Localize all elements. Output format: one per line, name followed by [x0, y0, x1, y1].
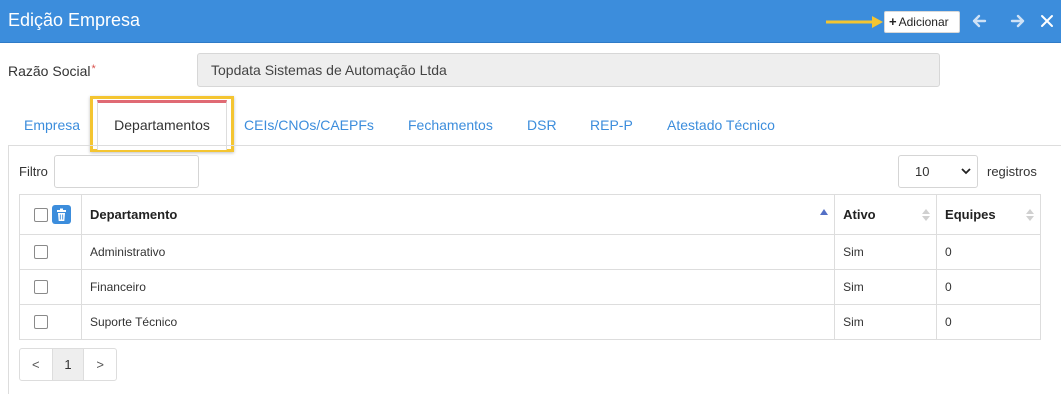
page-size-value: 10: [915, 164, 930, 179]
razao-social-field[interactable]: Topdata Sistemas de Automação Ltda: [197, 53, 940, 87]
close-icon[interactable]: [1038, 12, 1056, 30]
page-size-suffix: registros: [987, 164, 1037, 179]
tab-dsr[interactable]: DSR: [527, 117, 557, 133]
row-checkbox[interactable]: [34, 245, 48, 260]
cell-equipes: 0: [936, 304, 1041, 340]
column-label-ativo: Ativo: [843, 207, 876, 222]
chevron-down-icon: [961, 168, 971, 175]
cell-ativo: Sim: [834, 304, 938, 340]
filter-label: Filtro: [19, 164, 48, 179]
sort-both-icon: [922, 209, 931, 221]
row-checkbox[interactable]: [34, 315, 48, 330]
column-header-departamento[interactable]: Departamento: [80, 194, 836, 235]
tab-atestado-tecnico[interactable]: Atestado Técnico: [667, 117, 775, 133]
tab-rep-p[interactable]: REP-P: [590, 117, 633, 133]
cell-departamento: Suporte Técnico: [80, 304, 836, 340]
column-header-equipes[interactable]: Equipes: [936, 194, 1041, 235]
arrow-left-icon[interactable]: [970, 12, 988, 30]
cell-equipes: 0: [936, 234, 1041, 270]
table-row[interactable]: Administrativo Sim 0: [19, 234, 1041, 270]
razao-social-label: Razão Social*: [8, 63, 96, 79]
cell-departamento: Financeiro: [80, 269, 836, 305]
plus-icon: +: [889, 14, 897, 29]
title-bar: Edição Empresa + Adicionar: [0, 0, 1061, 43]
pagination: < 1 >: [19, 348, 117, 381]
cell-ativo: Sim: [834, 234, 938, 270]
tab-fechamentos[interactable]: Fechamentos: [408, 117, 493, 133]
sort-both-icon: [1026, 209, 1034, 221]
pagination-prev-button[interactable]: <: [20, 349, 52, 380]
add-button[interactable]: + Adicionar: [884, 11, 960, 33]
cell-departamento: Administrativo: [80, 234, 836, 270]
sort-asc-icon: [820, 209, 829, 215]
page-size-select[interactable]: 10: [898, 155, 978, 188]
table-row[interactable]: Suporte Técnico Sim 0: [19, 304, 1041, 340]
row-select-cell: [19, 234, 82, 270]
column-header-ativo[interactable]: Ativo: [834, 194, 938, 235]
tab-strip: Empresa CEIs/CNOs/CAEPFs Fechamentos DSR…: [0, 100, 1061, 146]
column-label-departamento: Departamento: [89, 207, 178, 222]
required-mark: *: [91, 63, 96, 75]
delete-selected-button[interactable]: [52, 205, 71, 224]
select-all-cell: [19, 194, 82, 235]
row-select-cell: [19, 269, 82, 305]
filter-input[interactable]: [54, 155, 199, 188]
trash-icon: [57, 208, 66, 221]
razao-social-label-text: Razão Social: [8, 63, 91, 79]
row-select-cell: [19, 304, 82, 340]
tab-ceis[interactable]: CEIs/CNOs/CAEPFs: [244, 117, 374, 133]
window-title: Edição Empresa: [8, 10, 141, 30]
cell-ativo: Sim: [834, 269, 938, 305]
row-checkbox[interactable]: [34, 280, 48, 295]
annotation-arrow-icon: [826, 16, 883, 28]
add-button-label: Adicionar: [898, 15, 949, 29]
table-header-row: Departamento Ativo Equipes: [19, 194, 1041, 235]
select-all-checkbox[interactable]: [34, 207, 48, 222]
pagination-page-button[interactable]: 1: [51, 349, 85, 380]
departments-table: Departamento Ativo Equipes Administrativ…: [19, 194, 1041, 340]
table-row[interactable]: Financeiro Sim 0: [19, 269, 1041, 305]
column-label-equipes: Equipes: [945, 207, 996, 222]
pagination-next-button[interactable]: >: [84, 349, 116, 380]
arrow-right-icon[interactable]: [1009, 12, 1027, 30]
tab-empresa[interactable]: Empresa: [24, 117, 80, 133]
cell-equipes: 0: [936, 269, 1041, 305]
